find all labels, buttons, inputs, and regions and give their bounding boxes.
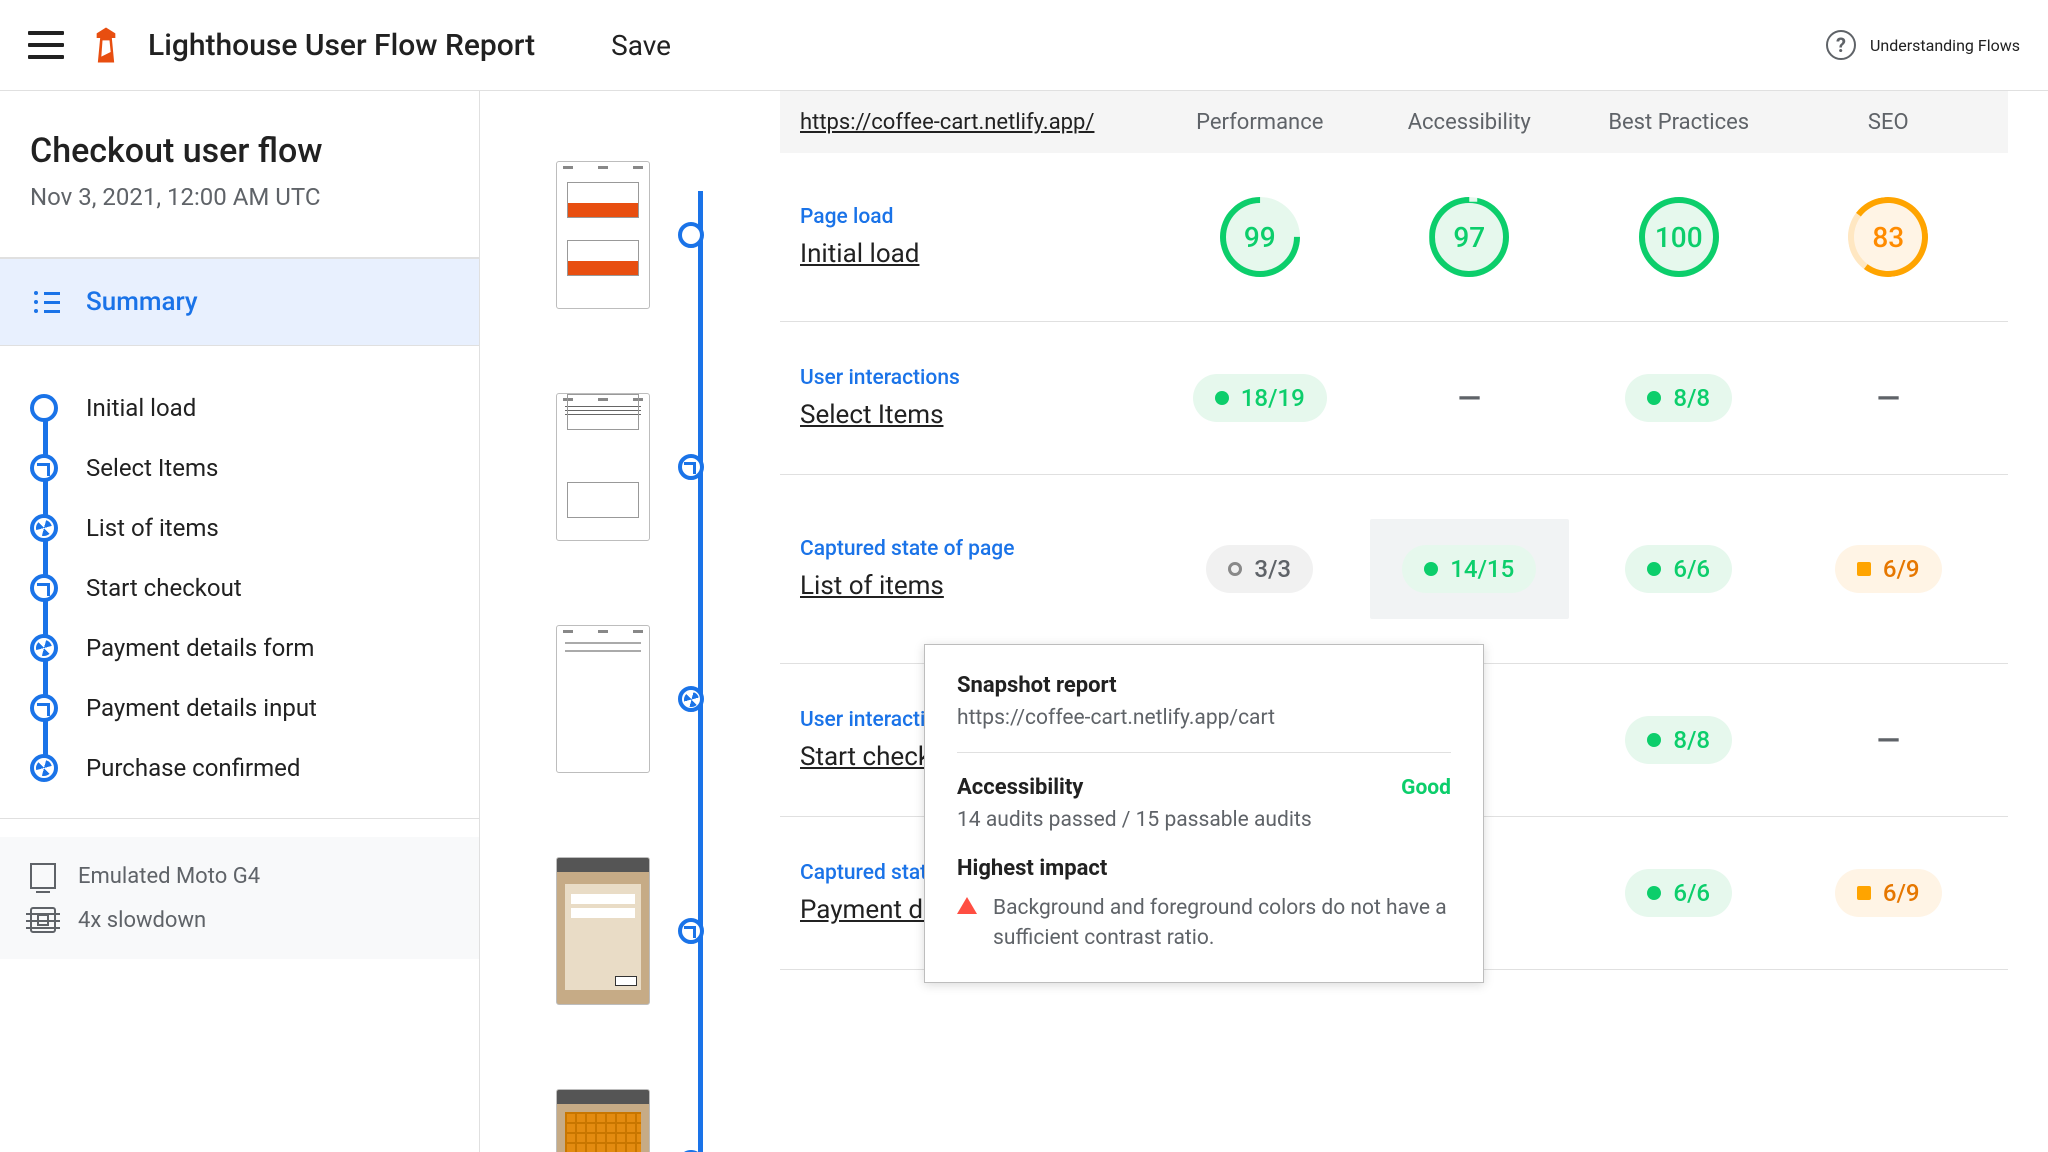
flow-date: Nov 3, 2021, 12:00 AM UTC <box>30 183 449 211</box>
summary-row: User interactions Select Items 18/19 — 8/8 — <box>780 322 2008 475</box>
tooltip-impact-title: Highest impact <box>957 856 1451 881</box>
score-chip[interactable]: 8/8 <box>1625 374 1732 422</box>
sidebar-step-label: Start checkout <box>86 574 242 602</box>
sidebar-step[interactable]: Start checkout <box>30 558 449 618</box>
summary-row: Captured state of page List of items 3/3 14… <box>780 475 2008 664</box>
step-name-link[interactable]: Select Items <box>800 400 1150 430</box>
help-link[interactable]: ? Understanding Flows <box>1826 30 2020 60</box>
menu-icon[interactable] <box>28 31 64 59</box>
timespan-marker-icon <box>678 454 704 480</box>
step-thumbnail[interactable] <box>556 625 650 773</box>
score-tooltip: Snapshot report https://coffee-cart.netl… <box>924 644 1484 983</box>
tooltip-title: Snapshot report <box>957 673 1451 698</box>
score-gauge[interactable]: 100 <box>1639 197 1719 277</box>
snapshot-marker-icon <box>678 686 704 712</box>
sidebar-step-label: Select Items <box>86 454 218 482</box>
timeline <box>480 91 780 1152</box>
clock-marker-icon <box>30 574 58 602</box>
score-gauge[interactable]: 99 <box>1220 197 1300 277</box>
not-applicable: — <box>1877 723 1900 758</box>
sidebar-step-label: Purchase confirmed <box>86 754 300 782</box>
col-seo: SEO <box>1789 110 1989 135</box>
score-chip[interactable]: 8/8 <box>1625 716 1732 764</box>
warning-triangle-icon <box>957 897 977 914</box>
snap-marker-icon <box>30 634 58 662</box>
env-cpu: 4x slowdown <box>30 907 449 933</box>
step-thumbnail[interactable] <box>556 393 650 541</box>
step-type: Page load <box>800 205 1150 229</box>
tooltip-issue: Background and foreground colors do not … <box>993 893 1451 954</box>
sidebar-step[interactable]: Select Items <box>30 438 449 498</box>
clock-marker-icon <box>30 454 58 482</box>
sidebar-step-label: Payment details input <box>86 694 317 722</box>
timespan-marker-icon <box>678 918 704 944</box>
snap-marker-icon <box>30 754 58 782</box>
sidebar-step-label: Initial load <box>86 394 196 422</box>
score-chip[interactable]: 6/6 <box>1625 545 1732 593</box>
score-gauge[interactable]: 97 <box>1429 197 1509 277</box>
step-name-link[interactable]: Initial load <box>800 239 1150 269</box>
step-type: Captured state of page <box>800 537 1150 561</box>
env-device: Emulated Moto G4 <box>30 863 449 889</box>
score-chip[interactable]: 6/6 <box>1625 869 1732 917</box>
col-performance: Performance <box>1160 110 1360 135</box>
score-chip[interactable]: 6/9 <box>1835 545 1942 593</box>
help-icon: ? <box>1826 30 1856 60</box>
score-chip[interactable]: 14/15 <box>1402 545 1536 593</box>
score-gauge[interactable]: 83 <box>1848 197 1928 277</box>
sidebar-summary[interactable]: Summary <box>0 258 479 346</box>
not-applicable: — <box>1458 381 1481 416</box>
tooltip-url: https://coffee-cart.netlify.app/cart <box>957 706 1451 753</box>
col-accessibility: Accessibility <box>1370 110 1570 135</box>
tooltip-category: Accessibility <box>957 775 1083 800</box>
sidebar-step[interactable]: Payment details form <box>30 618 449 678</box>
tested-url[interactable]: https://coffee-cart.netlify.app/ <box>800 110 1150 135</box>
sidebar-step[interactable]: Payment details input <box>30 678 449 738</box>
cpu-icon <box>30 907 56 933</box>
device-icon <box>30 863 56 889</box>
save-button[interactable]: Save <box>611 29 671 62</box>
score-chip[interactable]: 6/9 <box>1835 869 1942 917</box>
app-title: Lighthouse User Flow Report <box>148 28 535 63</box>
step-thumbnail[interactable] <box>556 1089 650 1152</box>
sidebar-step[interactable]: Purchase confirmed <box>30 738 449 798</box>
sidebar-step[interactable]: Initial load <box>30 378 449 438</box>
tooltip-sub: 14 audits passed / 15 passable audits <box>957 808 1451 832</box>
tooltip-rating: Good <box>1401 776 1451 800</box>
col-best-practices: Best Practices <box>1579 110 1779 135</box>
summary-table: https://coffee-cart.netlify.app/ Perform… <box>780 91 2048 1152</box>
lighthouse-icon <box>92 27 120 63</box>
clock-marker-icon <box>30 694 58 722</box>
summary-row: Page load Initial load 99 97 100 83 <box>780 153 2008 322</box>
not-applicable: — <box>1877 381 1900 416</box>
flow-title: Checkout user flow <box>30 131 449 171</box>
score-chip[interactable]: 3/3 <box>1206 545 1313 593</box>
snap-marker-icon <box>30 514 58 542</box>
score-chip[interactable]: 18/19 <box>1193 374 1327 422</box>
step-type: User interactions <box>800 366 1150 390</box>
list-icon <box>34 291 60 313</box>
sidebar-step-label: List of items <box>86 514 219 542</box>
help-label: Understanding Flows <box>1870 36 2020 55</box>
nav-marker-icon <box>30 394 58 422</box>
nav-marker-icon <box>678 222 704 248</box>
step-name-link[interactable]: List of items <box>800 571 1150 601</box>
step-thumbnail[interactable] <box>556 857 650 1005</box>
sidebar: Checkout user flow Nov 3, 2021, 12:00 AM… <box>0 91 480 1152</box>
sidebar-step[interactable]: List of items <box>30 498 449 558</box>
sidebar-step-label: Payment details form <box>86 634 314 662</box>
step-thumbnail[interactable] <box>556 161 650 309</box>
